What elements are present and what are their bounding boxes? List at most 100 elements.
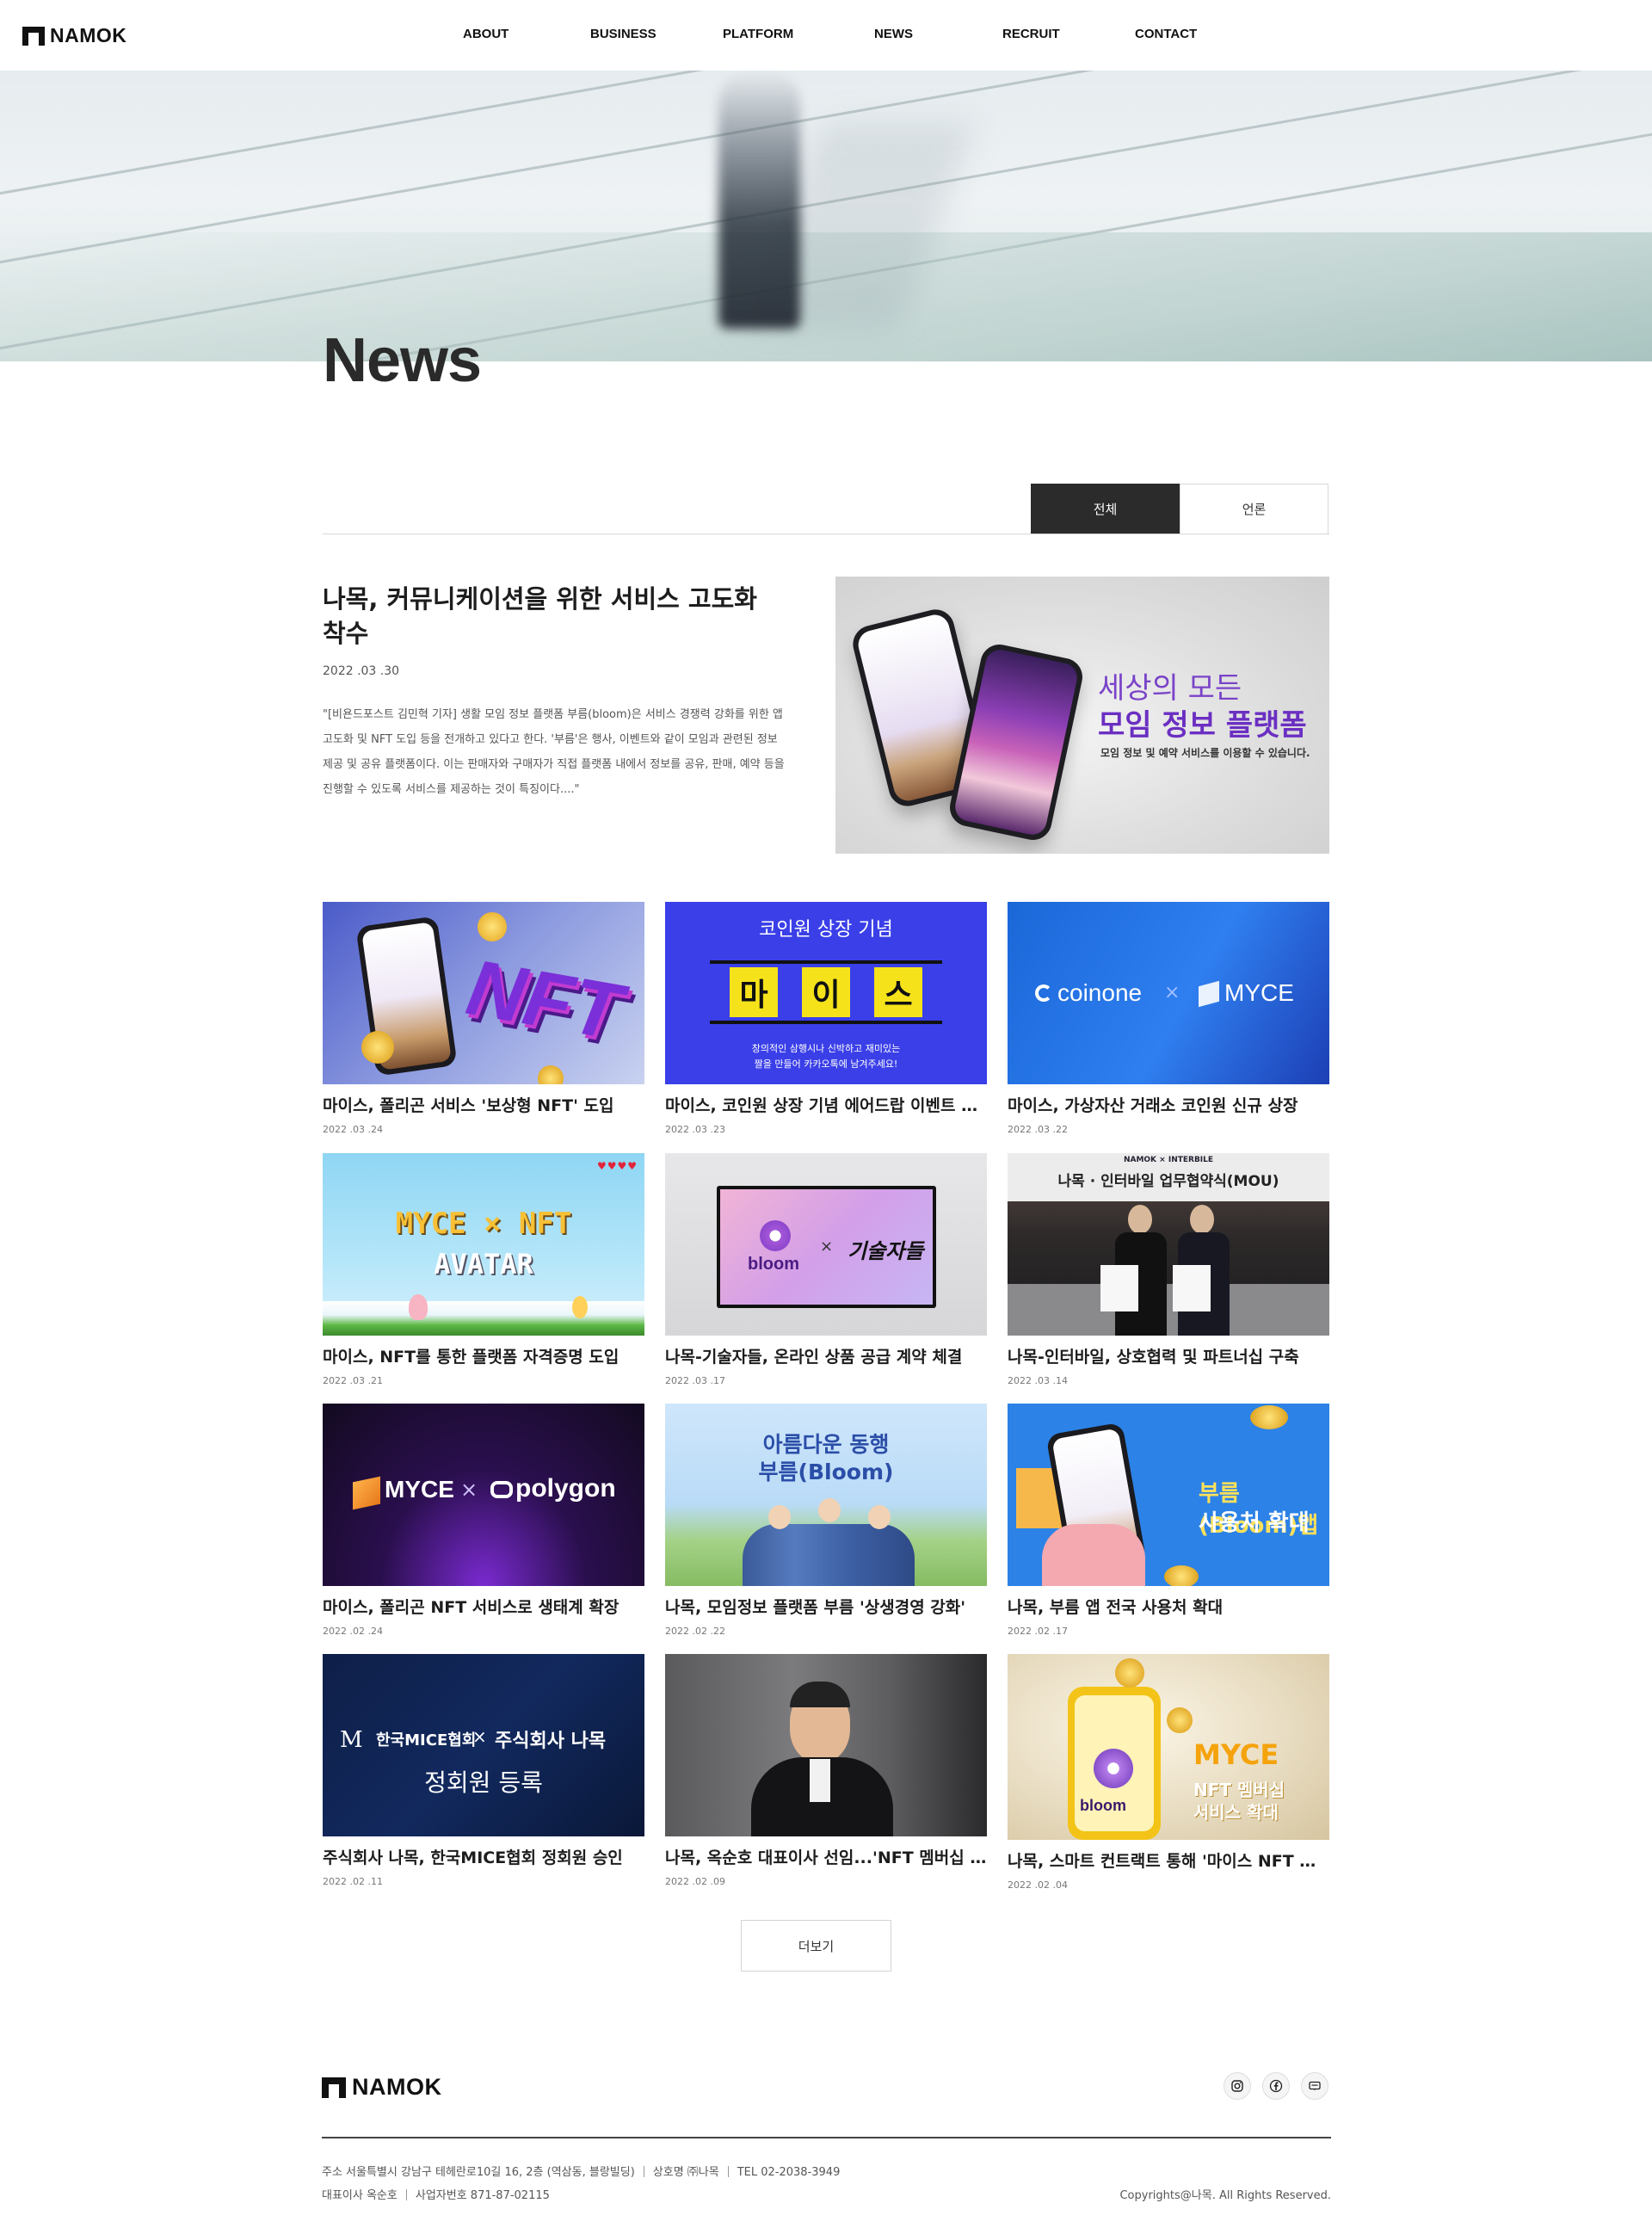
myce-logo: MYCE	[385, 1476, 454, 1503]
thumb-text: 서비스 확대	[1193, 1802, 1279, 1823]
thumb-text: 주식회사 나목	[495, 1731, 607, 1752]
footer-tel[interactable]: TEL 02-2038-3949	[737, 2166, 841, 2179]
footer-address: 주소 서울특별시 강남구 테헤란로10길 16, 2층 (역삼동, 블랑빌딩)	[322, 2166, 635, 2179]
footer-logo-text: NAMOK	[352, 2074, 442, 2100]
thumb-text: 마	[730, 967, 778, 1017]
footer-biz-no: 사업자번호 871-87-02115	[415, 2189, 550, 2202]
news-thumbnail: M 한국MICE협회 × 주식회사 나목 정회원 등록	[323, 1654, 644, 1836]
featured-title[interactable]: 나목, 커뮤니케이션을 위한 서비스 고도화 착수	[323, 582, 787, 651]
news-thumbnail: MYCE × polygon	[323, 1404, 644, 1586]
news-title[interactable]: 나목, 옥순호 대표이사 선임...'NFT 멤버십 서비스 확대'	[665, 1845, 987, 1868]
news-card[interactable]: coinone × MYCE 마이스, 가상자산 거래소 코인원 신규 상장 2…	[1008, 902, 1329, 1135]
footer-info-line-1: 주소 서울특별시 강남구 테헤란로10길 16, 2층 (역삼동, 블랑빌딩) 상…	[322, 2163, 840, 2179]
featured-image-headline: 세상의 모든	[1098, 671, 1242, 706]
namok-logo-mark	[322, 2077, 346, 2098]
news-date: 2022 .03 .17	[665, 1375, 725, 1386]
news-card[interactable]: bloom × 기술자들 나목-기술자들, 온라인 상품 공급 계약 체결 20…	[665, 1153, 987, 1386]
thumb-text: 이	[802, 967, 850, 1017]
news-title[interactable]: 마이스, 코인원 상장 기념 에어드랍 이벤트 진행	[665, 1093, 987, 1116]
nav-business[interactable]: BUSINESS	[590, 27, 656, 41]
namok-logo-mark	[22, 26, 45, 46]
nav-contact[interactable]: CONTACT	[1135, 27, 1197, 41]
thumb-text: ×	[472, 1726, 487, 1747]
news-title[interactable]: 나목, 모임정보 플랫폼 부름 '상생경영 강화'	[665, 1595, 987, 1618]
site-header: NAMOK ABOUT BUSINESS PLATFORM NEWS RECRU…	[0, 0, 1652, 71]
news-title[interactable]: 마이스, 가상자산 거래소 코인원 신규 상장	[1008, 1093, 1329, 1116]
news-card[interactable]: 아름다운 동행 부름(Bloom) 나목, 모임정보 플랫폼 부름 '상생경영 …	[665, 1404, 987, 1637]
news-thumbnail: coinone × MYCE	[1008, 902, 1329, 1084]
nav-about[interactable]: ABOUT	[463, 27, 509, 41]
news-date: 2022 .02 .24	[323, 1626, 383, 1637]
news-date: 2022 .03 .23	[665, 1124, 725, 1135]
news-title[interactable]: 나목-인터바일, 상호협력 및 파트너십 구축	[1008, 1344, 1329, 1367]
thumb-text: 창의적인 삼행시나 신박하고 재미있는	[751, 1043, 901, 1054]
news-date: 2022 .02 .11	[323, 1876, 383, 1887]
thumb-text: 부름(Bloom)	[758, 1460, 894, 1484]
thumb-text: 짤을 만들어 카카오톡에 남겨주세요!	[754, 1058, 898, 1070]
news-thumbnail	[665, 1654, 987, 1836]
facebook-icon[interactable]	[1262, 2072, 1290, 2100]
news-title[interactable]: 주식회사 나목, 한국MICE협회 정회원 승인	[323, 1845, 644, 1868]
news-title[interactable]: 나목, 스마트 컨트랙트 통해 '마이스 NFT 멤버십 서비스 확대'	[1008, 1848, 1329, 1872]
news-thumbnail: 부름(Bloom)앱 사용처 확대	[1008, 1404, 1329, 1586]
load-more-button[interactable]: 더보기	[741, 1920, 891, 1972]
news-card[interactable]: 부름(Bloom)앱 사용처 확대 나목, 부름 앱 전국 사용처 확대 202…	[1008, 1404, 1329, 1637]
nav-news[interactable]: NEWS	[874, 27, 913, 41]
thumb-text: ×	[820, 1237, 834, 1256]
tab-press[interactable]: 언론	[1180, 484, 1328, 534]
news-card[interactable]: ♥♥♥♥ MYCE × NFT AVATAR 마이스, NFT를 통한 플랫폼 …	[323, 1153, 644, 1386]
instagram-icon[interactable]	[1224, 2072, 1251, 2100]
page-title: News	[323, 326, 482, 395]
featured-date: 2022 .03 .30	[323, 664, 400, 678]
thumb-text: 아름다운 동행	[762, 1432, 890, 1457]
logo-text: NAMOK	[50, 24, 127, 46]
news-date: 2022 .03 .22	[1008, 1124, 1068, 1135]
footer-divider	[322, 2137, 1331, 2138]
news-date: 2022 .03 .24	[323, 1124, 383, 1135]
namok-logo[interactable]: NAMOK	[22, 24, 126, 47]
thumb-text: 코인원 상장 기념	[759, 919, 893, 941]
news-card[interactable]: 나목, 옥순호 대표이사 선임...'NFT 멤버십 서비스 확대' 2022 …	[665, 1654, 987, 1887]
thumb-text: NAMOK × INTERBILE	[1123, 1156, 1214, 1164]
nav-recruit[interactable]: RECRUIT	[1002, 27, 1060, 41]
footer-company: 상호명 ㈜나목	[652, 2166, 719, 2179]
nft-3d-text: NFT	[460, 943, 628, 1057]
news-card[interactable]: NAMOK × INTERBILE 나목 · 인터바일 업무협약식(MOU) 나…	[1008, 1153, 1329, 1386]
polygon-logo: polygon	[515, 1474, 616, 1503]
news-card[interactable]: bloom MYCE NFT 멤버십 서비스 확대 나목, 스마트 컨트랙트 통…	[1008, 1654, 1329, 1891]
hero-walking-person	[718, 71, 800, 329]
thumb-text: MYCE	[1193, 1738, 1279, 1771]
news-card[interactable]: M 한국MICE협회 × 주식회사 나목 정회원 등록 주식회사 나목, 한국M…	[323, 1654, 644, 1887]
news-date: 2022 .02 .22	[665, 1626, 725, 1637]
myce-logo: MYCE	[1224, 979, 1294, 1006]
news-title[interactable]: 마이스, NFT를 통한 플랫폼 자격증명 도입	[323, 1344, 644, 1367]
thumb-text: 정회원 등록	[424, 1768, 543, 1797]
blog-icon[interactable]	[1301, 2072, 1328, 2100]
nav-platform[interactable]: PLATFORM	[723, 27, 793, 41]
news-title[interactable]: 나목, 부름 앱 전국 사용처 확대	[1008, 1595, 1329, 1618]
news-thumbnail: NFT	[323, 902, 644, 1084]
footer-logo[interactable]: NAMOK	[322, 2074, 442, 2101]
featured-excerpt: "[비욘드포스트 김민혁 기자] 생활 모임 정보 플랫폼 부름(bloom)은…	[323, 708, 785, 796]
bloom-logo: bloom	[748, 1255, 799, 1274]
news-thumbnail: ♥♥♥♥ MYCE × NFT AVATAR	[323, 1153, 644, 1336]
coinone-logo: coinone	[1057, 979, 1143, 1006]
news-card[interactable]: NFT 마이스, 폴리곤 서비스 '보상형 NFT' 도입 2022 .03 .…	[323, 902, 644, 1135]
thumb-text: 사용처 확대	[1199, 1510, 1310, 1536]
hero-banner	[0, 71, 1652, 361]
news-title[interactable]: 마이스, 폴리곤 서비스 '보상형 NFT' 도입	[323, 1093, 644, 1116]
bloom-logo: bloom	[1080, 1797, 1126, 1814]
featured-image-caption: 모임 정보 및 예약 서비스를 이용할 수 있습니다.	[1100, 747, 1310, 759]
featured-image[interactable]: 세상의 모든 모임 정보 플랫폼 모임 정보 및 예약 서비스를 이용할 수 있…	[835, 577, 1329, 854]
news-card[interactable]: MYCE × polygon 마이스, 폴리곤 NFT 서비스로 생태계 확장 …	[323, 1404, 644, 1637]
tab-all[interactable]: 전체	[1031, 484, 1180, 534]
news-title[interactable]: 마이스, 폴리곤 NFT 서비스로 생태계 확장	[323, 1595, 644, 1618]
thumb-text: MYCE × NFT	[395, 1206, 572, 1241]
thumb-text: 한국MICE협회	[376, 1731, 477, 1750]
news-thumbnail: 아름다운 동행 부름(Bloom)	[665, 1404, 987, 1586]
news-title[interactable]: 나목-기술자들, 온라인 상품 공급 계약 체결	[665, 1344, 987, 1367]
thumb-text: 나목 · 인터바일 업무협약식(MOU)	[1057, 1173, 1279, 1190]
thumb-text: ×	[460, 1478, 478, 1502]
news-card[interactable]: 코인원 상장 기념 마 이 스 창의적인 삼행시나 신박하고 재미있는 짤을 만…	[665, 902, 987, 1135]
news-date: 2022 .02 .09	[665, 1876, 725, 1887]
